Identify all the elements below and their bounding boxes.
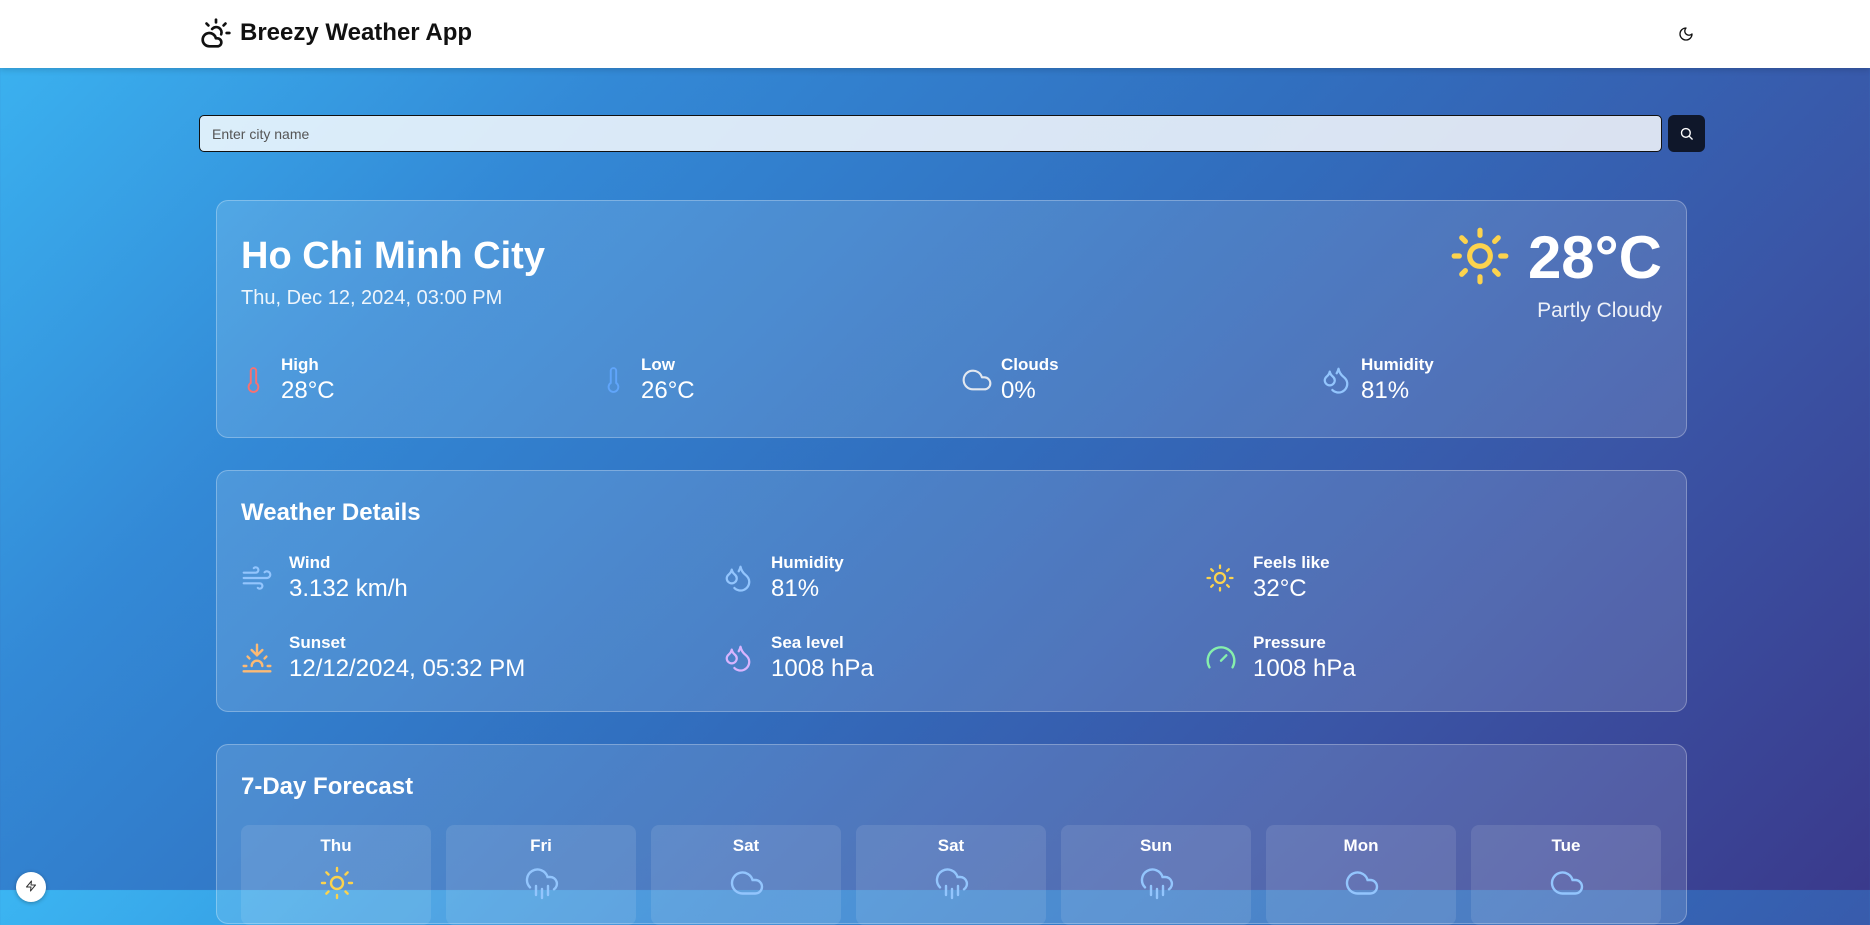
- droplets-icon: [1323, 367, 1349, 394]
- detail-label: Humidity: [771, 553, 844, 572]
- droplets-icon: [725, 645, 751, 672]
- forecast-day[interactable]: Fri: [446, 825, 636, 925]
- stat-value: 28°C: [281, 377, 335, 404]
- detail-wind: Wind 3.132 km/h: [241, 553, 408, 603]
- stat-value: 26°C: [641, 377, 695, 404]
- forecast-day[interactable]: Sat: [856, 825, 1046, 925]
- stat-high: High 28°C: [241, 355, 335, 405]
- stat-value: 81%: [1361, 377, 1410, 404]
- search-button[interactable]: [1668, 115, 1705, 152]
- detail-label: Feels like: [1253, 553, 1330, 572]
- sun-icon: [1206, 564, 1234, 592]
- detail-pressure: Pressure 1008 hPa: [1205, 633, 1356, 683]
- cloud-icon: [1550, 871, 1584, 895]
- search-icon: [1680, 127, 1693, 140]
- cloud-rain-icon: [935, 868, 969, 900]
- detail-value: 3.132 km/h: [289, 575, 408, 602]
- section-title: Weather Details: [241, 499, 421, 526]
- detail-label: Wind: [289, 553, 331, 572]
- stat-label: Low: [641, 355, 675, 374]
- gauge-icon: [1206, 646, 1236, 669]
- stat-humidity: Humidity 81%: [1321, 355, 1434, 405]
- stat-clouds: Clouds 0%: [961, 355, 1059, 405]
- search-input[interactable]: [199, 115, 1662, 152]
- current-temperature: 28°C: [1527, 224, 1662, 291]
- detail-value: 32°C: [1253, 575, 1307, 602]
- forecast-day[interactable]: Thu: [241, 825, 431, 925]
- section-title: 7-Day Forecast: [241, 773, 414, 800]
- cloud-rain-icon: [1140, 868, 1174, 900]
- forecast-day-name: Tue: [1551, 836, 1581, 855]
- droplets-icon: [725, 565, 751, 592]
- detail-value: 1008 hPa: [1253, 655, 1356, 682]
- weather-details-card: Weather Details Wind 3.132 km/h Humidity…: [216, 470, 1687, 712]
- current-weather-card: Ho Chi Minh City Thu, Dec 12, 2024, 03:0…: [216, 200, 1687, 438]
- forecast-day[interactable]: Mon: [1266, 825, 1456, 925]
- stat-low: Low 26°C: [601, 355, 695, 405]
- detail-value: 1008 hPa: [771, 655, 874, 682]
- forecast-day[interactable]: Sun: [1061, 825, 1251, 925]
- city-name: Ho Chi Minh City: [241, 235, 545, 277]
- stat-label: Clouds: [1001, 355, 1059, 374]
- sun-icon: [1451, 227, 1509, 285]
- forecast-day-name: Mon: [1343, 836, 1379, 855]
- detail-label: Sea level: [771, 633, 844, 652]
- cloud-icon: [1345, 871, 1379, 895]
- brand[interactable]: Breezy Weather App: [200, 17, 472, 49]
- detail-value: 12/12/2024, 05:32 PM: [289, 655, 526, 682]
- moon-icon: [1679, 27, 1693, 41]
- forecast-day[interactable]: Tue: [1471, 825, 1661, 925]
- wind-icon: [242, 566, 272, 590]
- forecast-card: 7-Day Forecast Thu Fri Sat Sat Sun Mon T…: [216, 744, 1687, 925]
- navbar: Breezy Weather App: [0, 0, 1870, 68]
- forecast-day-name: Sat: [732, 836, 760, 855]
- thermometer-icon: [247, 367, 260, 393]
- detail-humidity: Humidity 81%: [723, 553, 844, 603]
- detail-label: Sunset: [289, 633, 346, 652]
- stat-label: High: [281, 355, 319, 374]
- theme-toggle-button[interactable]: [1674, 22, 1698, 46]
- thermometer-icon: [607, 367, 620, 393]
- forecast-day-name: Sat: [937, 836, 965, 855]
- floating-action-button[interactable]: [16, 872, 46, 902]
- weather-condition: Partly Cloudy: [1537, 299, 1662, 322]
- detail-value: 81%: [771, 575, 820, 602]
- detail-sunset: Sunset 12/12/2024, 05:32 PM: [241, 633, 525, 683]
- forecast-day-name: Fri: [530, 836, 552, 855]
- forecast-day-name: Sun: [1139, 836, 1173, 855]
- cloud-icon: [962, 369, 992, 391]
- forecast-day-name: Thu: [320, 836, 352, 855]
- sun-icon: [320, 866, 354, 900]
- cloud-icon: [730, 871, 764, 895]
- detail-label: Pressure: [1253, 633, 1326, 652]
- cloud-rain-icon: [525, 868, 559, 900]
- detail-sea-level: Sea level 1008 hPa: [723, 633, 874, 683]
- cloud-logo-icon: [201, 18, 231, 48]
- detail-feels-like: Feels like 32°C: [1205, 553, 1330, 603]
- sunset-icon: [242, 643, 272, 673]
- app-title: Breezy Weather App: [240, 19, 473, 46]
- current-datetime: Thu, Dec 12, 2024, 03:00 PM: [241, 287, 503, 309]
- stat-label: Humidity: [1361, 355, 1434, 374]
- bolt-icon: [26, 880, 36, 892]
- forecast-day[interactable]: Sat: [651, 825, 841, 925]
- stat-value: 0%: [1001, 377, 1036, 404]
